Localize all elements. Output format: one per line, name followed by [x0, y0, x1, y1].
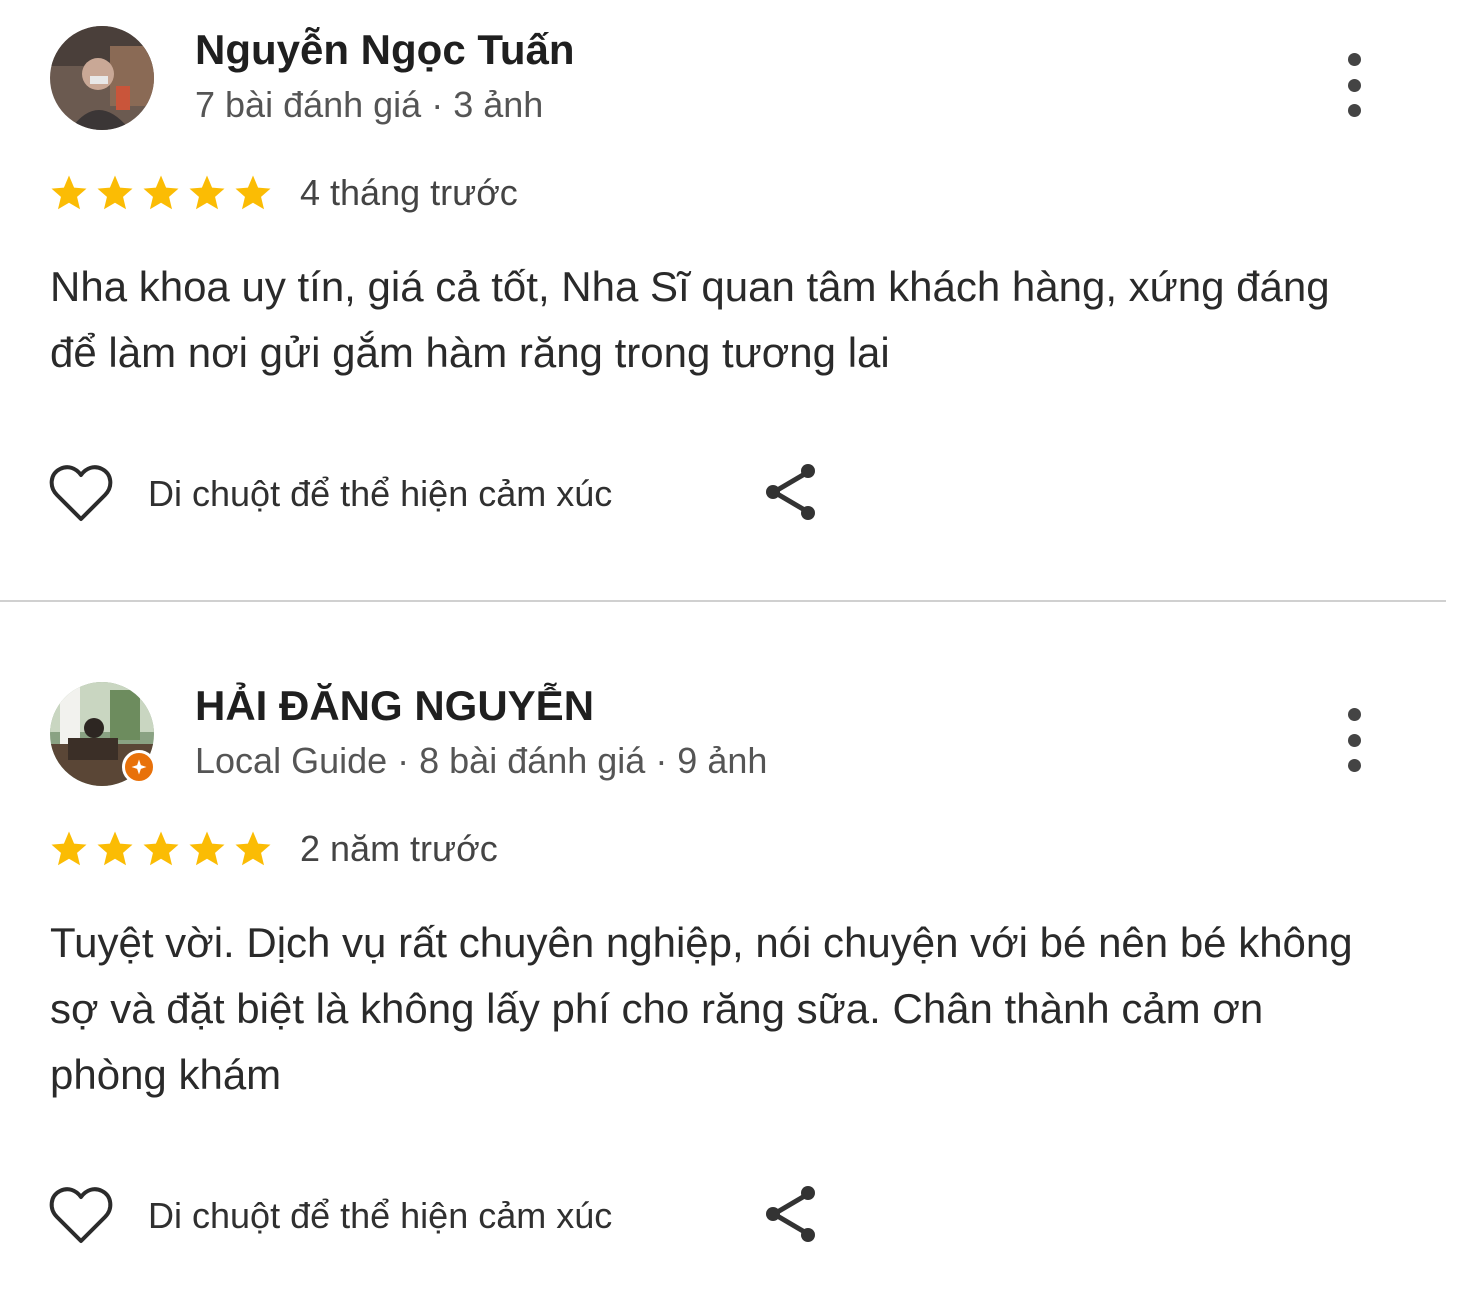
star-icon: [97, 175, 133, 210]
more-vert-icon-dot: [1347, 759, 1361, 772]
review-time: 4 tháng trước: [300, 172, 518, 213]
review-card: Nguyễn Ngọc Tuấn 7 bài đánh giá · 3 ảnh …: [0, 0, 1446, 600]
reviewer-name[interactable]: Nguyễn Ngọc Tuấn: [195, 26, 575, 74]
reviewer-meta: 7 bài đánh giá · 3 ảnh: [195, 84, 544, 125]
reaction-label: Di chuột để thể hiện cảm xúc: [148, 1195, 613, 1236]
star-icon: [97, 831, 133, 866]
more-vert-icon-dot: [1347, 733, 1361, 747]
avatar-photo: [50, 26, 154, 130]
share-icon: [766, 464, 815, 520]
reaction-button[interactable]: Di chuột để thể hiện cảm xúc: [48, 463, 612, 525]
star-rating: [48, 172, 274, 214]
heart-icon: [49, 465, 113, 521]
more-vert-icon-dot: [1347, 104, 1361, 117]
reviewer-meta: Local Guide · 8 bài đánh giá · 9 ảnh: [195, 740, 768, 781]
heart-icon: [49, 1187, 113, 1243]
review-text: Tuyệt vời. Dịch vụ rất chuyên nghiệp, nó…: [50, 919, 1353, 1098]
reviewer-avatar[interactable]: [50, 682, 156, 786]
star-icon: [235, 175, 271, 210]
star-icon: [143, 831, 179, 866]
badge-star-icon: [131, 759, 147, 775]
review-text: Nha khoa uy tín, giá cả tốt, Nha Sĩ quan…: [50, 263, 1330, 376]
star-icon: [189, 175, 225, 210]
reaction-button[interactable]: Di chuột để thể hiện cảm xúc: [48, 1185, 612, 1247]
more-vert-icon-dot: [1347, 53, 1361, 66]
star-rating: [48, 828, 274, 870]
reaction-label: Di chuột để thể hiện cảm xúc: [148, 473, 613, 514]
review-actions: Di chuột để thể hiện cảm xúc: [48, 462, 815, 526]
star-icon: [51, 831, 87, 866]
reviewer-name[interactable]: HẢI ĐĂNG NGUYỄN: [195, 682, 594, 730]
reviewer-avatar[interactable]: [50, 26, 154, 130]
local-guide-badge-icon: [122, 750, 156, 784]
star-icon: [51, 175, 87, 210]
more-options-button[interactable]: [1334, 708, 1374, 772]
review-time: 2 năm trước: [300, 828, 498, 869]
star-icon: [189, 831, 225, 866]
review-card: HẢI ĐĂNG NGUYỄN Local Guide · 8 bài đánh…: [0, 602, 1446, 1298]
star-icon: [143, 175, 179, 210]
share-button[interactable]: [764, 462, 818, 527]
star-icon: [235, 831, 271, 866]
more-options-button[interactable]: [1334, 53, 1374, 117]
share-button[interactable]: [764, 1184, 818, 1249]
share-icon: [766, 1186, 815, 1242]
review-actions: Di chuột để thể hiện cảm xúc: [48, 1184, 815, 1248]
more-vert-icon-dot: [1347, 708, 1361, 721]
more-vert-icon-dot: [1347, 78, 1361, 92]
